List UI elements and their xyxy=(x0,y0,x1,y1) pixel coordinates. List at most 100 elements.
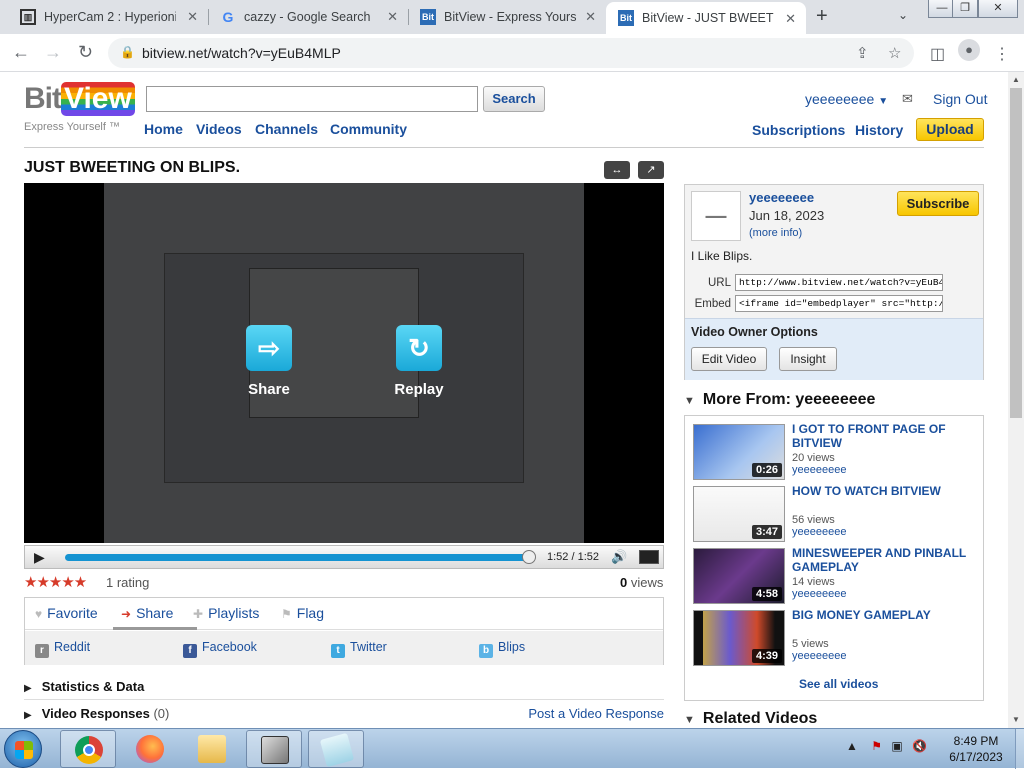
fullscreen-icon[interactable] xyxy=(639,550,659,564)
avatar[interactable]: ▬▬▬ xyxy=(691,191,741,241)
more-from-heading[interactable]: ▼ More From: yeeeeeeee xyxy=(684,391,875,409)
taskbar-explorer[interactable] xyxy=(184,730,240,768)
expand-player-icon[interactable]: ↔ xyxy=(604,161,630,179)
reload-icon[interactable]: ↻ xyxy=(78,42,93,63)
show-desktop-button[interactable] xyxy=(1015,729,1024,769)
upload-date: Jun 18, 2023 xyxy=(749,208,825,223)
tab-bitview-video[interactable]: Bit BitView - JUST BWEETING ✕ xyxy=(606,2,806,34)
post-video-response-link[interactable]: Post a Video Response xyxy=(528,706,664,721)
taskbar-notepad[interactable] xyxy=(308,730,364,768)
url-field[interactable]: http://www.bitview.net/watch?v=yEuB4MLP xyxy=(735,274,943,291)
tab-bitview-home[interactable]: Bit BitView - Express Yourself ✕ xyxy=(408,0,606,34)
insight-button[interactable]: Insight xyxy=(779,347,837,371)
user-menu[interactable]: yeeeeeeee ▼ xyxy=(805,91,888,107)
upload-button[interactable]: Upload xyxy=(916,118,984,141)
tab-google-search[interactable]: G cazzy - Google Search ✕ xyxy=(208,0,408,34)
statistics-row[interactable]: ▶ Statistics & Data xyxy=(24,673,664,699)
firefox-icon xyxy=(136,735,164,763)
flag-button[interactable]: ⚑ Flag xyxy=(281,605,324,621)
related-videos-heading[interactable]: ▼ Related Videos xyxy=(684,710,817,728)
video-responses-row[interactable]: ▶ Video Responses (0) Post a Video Respon… xyxy=(24,699,664,725)
share-facebook[interactable]: f Facebook xyxy=(183,640,257,658)
uploader-name[interactable]: yeeeeeeee xyxy=(749,190,814,205)
overlay-replay-button[interactable]: ↻ Replay xyxy=(379,325,459,398)
video-description: I Like Blips. xyxy=(691,249,753,263)
plus-icon: ✚ xyxy=(193,607,204,621)
video-player[interactable]: ⇨ Share ↻ Replay xyxy=(24,183,664,543)
share-button[interactable]: ➜ Share xyxy=(121,605,173,621)
lock-icon[interactable]: 🔒 xyxy=(120,45,135,59)
close-tab-icon[interactable]: ✕ xyxy=(187,9,198,25)
playlists-button[interactable]: ✚ Playlists xyxy=(193,605,259,621)
profile-icon[interactable]: ● xyxy=(958,39,980,61)
action-center-icon[interactable]: ⚑ xyxy=(871,739,882,753)
nav-videos[interactable]: Videos xyxy=(196,121,242,137)
sign-out-link[interactable]: Sign Out xyxy=(933,91,987,107)
chrome-icon xyxy=(75,736,103,764)
list-item[interactable]: 4:58 MINESWEEPER AND PINBALL GAMEPLAY 14… xyxy=(691,546,981,606)
volume-muted-icon[interactable]: 🔇 xyxy=(912,739,927,753)
subscriptions-link[interactable]: Subscriptions xyxy=(752,122,845,138)
search-button[interactable]: Search xyxy=(483,86,545,112)
side-panel-icon[interactable]: ◫ xyxy=(930,44,945,64)
favorite-button[interactable]: ♥ Favorite xyxy=(35,605,98,621)
address-bar[interactable]: 🔒 bitview.net/watch?v=yEuB4MLP ⇪ ☆ xyxy=(108,38,914,68)
list-item[interactable]: 4:39 BIG MONEY GAMEPLAY 5 views yeeeeeee… xyxy=(691,608,981,668)
share-blips[interactable]: b Blips xyxy=(479,640,525,658)
video-thumbnail[interactable]: 3:47 xyxy=(693,486,785,542)
video-thumbnail[interactable]: 0:26 xyxy=(693,424,785,480)
subscribe-button[interactable]: Subscribe xyxy=(897,191,979,216)
see-all-videos-link[interactable]: See all videos xyxy=(799,677,878,691)
back-icon[interactable]: ← xyxy=(12,42,30,63)
heart-icon: ♥ xyxy=(35,607,43,621)
restore-icon[interactable]: ❐ xyxy=(952,0,978,18)
share-twitter[interactable]: t Twitter xyxy=(331,640,387,658)
nav-home[interactable]: Home xyxy=(144,121,183,137)
more-menu-icon[interactable]: ⋮ xyxy=(994,44,1010,64)
forward-icon[interactable]: → xyxy=(44,42,62,63)
video-thumbnail[interactable]: 4:39 xyxy=(693,610,785,666)
close-window-icon[interactable]: ✕ xyxy=(978,0,1018,18)
progress-handle[interactable] xyxy=(522,550,536,564)
list-item[interactable]: 3:47 HOW TO WATCH BITVIEW 56 views yeeee… xyxy=(691,484,981,544)
taskbar-firefox[interactable] xyxy=(122,730,178,768)
popout-icon[interactable]: ↗ xyxy=(638,161,664,179)
rating-stars[interactable]: ★★★★★ xyxy=(24,573,87,591)
chevron-up-icon[interactable]: ▲ xyxy=(846,739,858,753)
tab-hypercam[interactable]: ▥ HyperCam 2 : Hyperionic ✕ xyxy=(8,0,208,34)
taskbar-hypercam[interactable] xyxy=(246,730,302,768)
mail-icon[interactable]: ✉ xyxy=(902,91,913,107)
close-tab-icon[interactable]: ✕ xyxy=(785,11,796,27)
edit-video-button[interactable]: Edit Video xyxy=(691,347,767,371)
bookmark-star-icon[interactable]: ☆ xyxy=(888,44,901,62)
scroll-thumb[interactable] xyxy=(1010,88,1022,418)
close-tab-icon[interactable]: ✕ xyxy=(585,9,596,25)
view-count: 0 views xyxy=(620,575,664,590)
close-tab-icon[interactable]: ✕ xyxy=(387,9,398,25)
video-thumbnail[interactable]: 4:58 xyxy=(693,548,785,604)
embed-field[interactable]: <iframe id="embedplayer" src="http://www… xyxy=(735,295,943,312)
list-item[interactable]: 0:26 I GOT TO FRONT PAGE OF BITVIEW 20 v… xyxy=(691,422,981,482)
share-page-icon[interactable]: ⇪ xyxy=(856,44,869,62)
overlay-share-button[interactable]: ⇨ Share xyxy=(229,325,309,398)
bitview-logo[interactable]: Bit View xyxy=(24,82,135,116)
progress-bar[interactable] xyxy=(65,554,529,561)
share-reddit[interactable]: r Reddit xyxy=(35,640,90,658)
history-link[interactable]: History xyxy=(855,122,903,138)
nav-community[interactable]: Community xyxy=(330,121,407,137)
google-icon: G xyxy=(222,9,234,25)
scroll-down-icon[interactable]: ▼ xyxy=(1012,715,1020,724)
taskbar-chrome[interactable] xyxy=(60,730,116,768)
nav-channels[interactable]: Channels xyxy=(255,121,318,137)
scroll-up-icon[interactable]: ▲ xyxy=(1012,75,1020,84)
search-input[interactable] xyxy=(146,86,478,112)
play-icon[interactable]: ▶ xyxy=(34,549,45,566)
network-icon[interactable]: ▣ xyxy=(891,739,902,753)
chevron-down-icon[interactable]: ⌄ xyxy=(898,8,908,22)
page-scrollbar[interactable]: ▲ ▼ xyxy=(1008,72,1024,728)
clock[interactable]: 8:49 PM 6/17/2023 xyxy=(940,733,1012,765)
volume-icon[interactable]: 🔊 xyxy=(611,549,627,565)
start-button[interactable] xyxy=(4,730,42,768)
more-info-link[interactable]: (more info) xyxy=(749,227,802,239)
new-tab-icon[interactable]: + xyxy=(816,5,828,28)
